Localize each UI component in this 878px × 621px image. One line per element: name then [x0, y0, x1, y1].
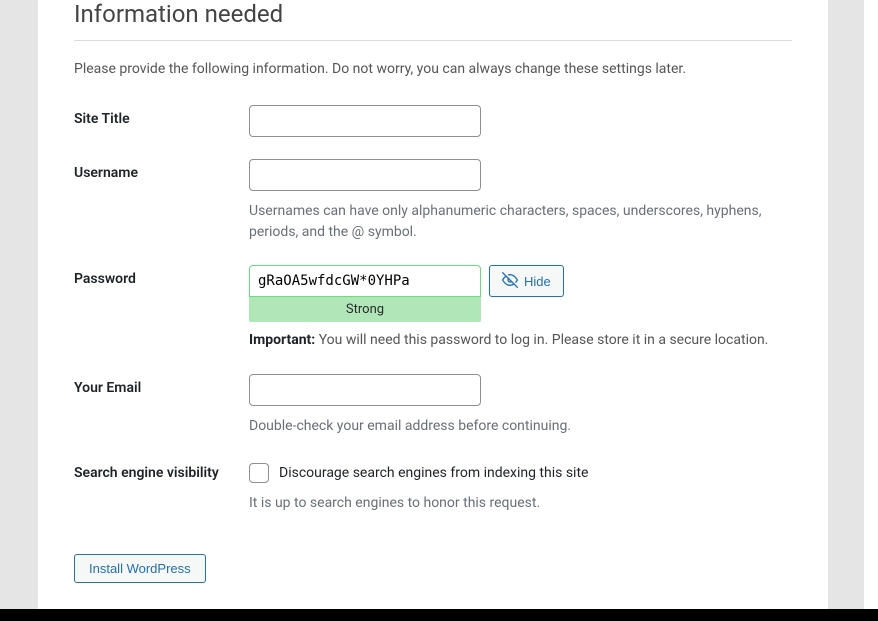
email-input[interactable] [249, 374, 481, 406]
search-visibility-checkbox-label: Discourage search engines from indexing … [279, 465, 588, 481]
password-note: Important: You will need this password t… [249, 332, 792, 348]
email-label: Your Email [74, 374, 249, 396]
eye-slash-icon [502, 272, 518, 291]
site-title-row: Site Title [74, 105, 792, 137]
hide-password-button[interactable]: Hide [489, 265, 564, 297]
email-hint: Double-check your email address before c… [249, 416, 792, 437]
password-strength: Strong [249, 297, 481, 322]
password-input[interactable] [249, 265, 481, 297]
password-note-bold: Important: [249, 332, 315, 348]
bottom-bar [0, 609, 878, 621]
right-edge [864, 0, 878, 621]
username-hint: Usernames can have only alphanumeric cha… [249, 201, 792, 243]
search-visibility-checkbox[interactable] [249, 463, 269, 483]
intro-text: Please provide the following information… [74, 61, 792, 77]
hide-button-label: Hide [524, 274, 551, 289]
username-row: Username Usernames can have only alphanu… [74, 159, 792, 243]
username-input[interactable] [249, 159, 481, 191]
install-wordpress-button[interactable]: Install WordPress [74, 554, 206, 583]
site-title-label: Site Title [74, 105, 249, 127]
search-visibility-hint: It is up to search engines to honor this… [249, 493, 792, 514]
password-label: Password [74, 265, 249, 287]
email-row: Your Email Double-check your email addre… [74, 374, 792, 437]
username-label: Username [74, 159, 249, 181]
password-note-text: You will need this password to log in. P… [315, 332, 768, 348]
page-title: Information needed [74, 0, 792, 41]
site-title-input[interactable] [249, 105, 481, 137]
search-visibility-label: Search engine visibility [74, 459, 249, 481]
install-panel: Information needed Please provide the fo… [38, 0, 828, 621]
password-row: Password Strong [74, 265, 792, 348]
search-visibility-row: Search engine visibility Discourage sear… [74, 459, 792, 514]
